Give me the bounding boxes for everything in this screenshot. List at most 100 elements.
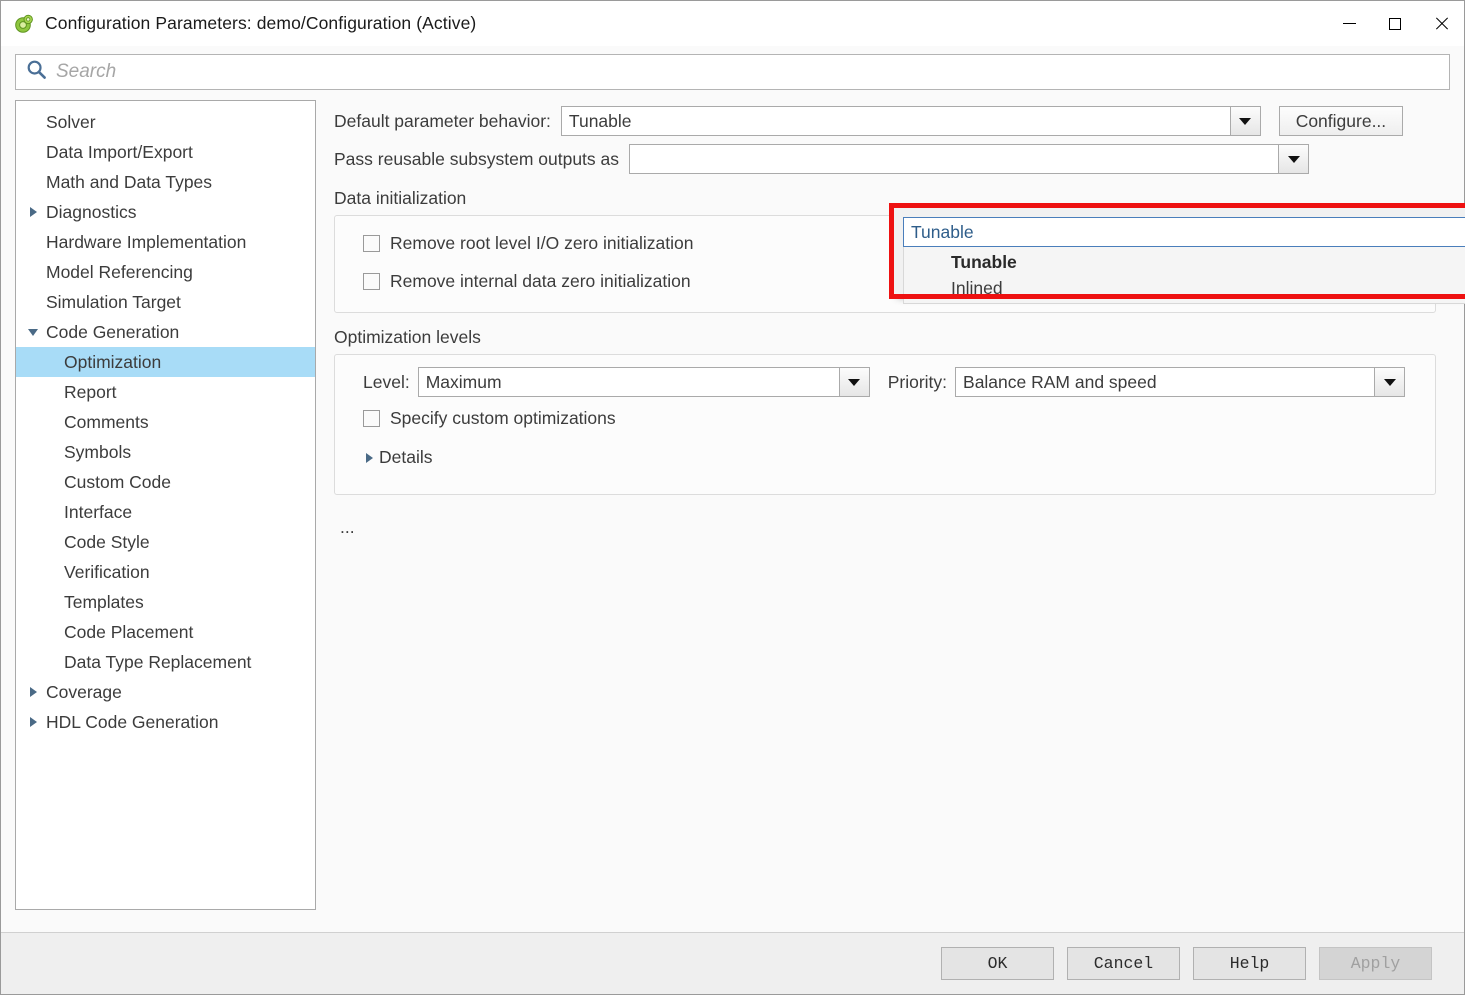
- dropdown-current-value: Tunable: [911, 221, 974, 242]
- level-label: Level:: [363, 371, 410, 392]
- data-initialization-checkbox-label: Remove internal data zero initialization: [390, 270, 691, 291]
- sidebar-item-data-type-replacement[interactable]: Data Type Replacement: [16, 647, 315, 677]
- chevron-right-icon[interactable]: [22, 207, 44, 217]
- sidebar-item-label: Verification: [64, 561, 150, 582]
- search-row: Search: [1, 46, 1464, 100]
- default-parameter-behavior-select[interactable]: Tunable: [560, 106, 1261, 136]
- apply-button: Apply: [1319, 947, 1432, 980]
- sidebar-item-label: Simulation Target: [46, 291, 181, 312]
- sidebar-item-label: Comments: [64, 411, 149, 432]
- search-input[interactable]: Search: [15, 54, 1450, 90]
- details-expander[interactable]: Details: [359, 447, 1419, 468]
- sidebar-item-optimization[interactable]: Optimization: [16, 347, 315, 377]
- chevron-down-icon[interactable]: [838, 368, 869, 396]
- dropdown-option[interactable]: Inlined: [904, 275, 1465, 301]
- sidebar-item-coverage[interactable]: Coverage: [16, 677, 315, 707]
- sidebar-item-data-import-export[interactable]: Data Import/Export: [16, 137, 315, 167]
- default-parameter-behavior-dropdown-popup[interactable]: Tunable Tunable Inlined: [894, 208, 1465, 304]
- simulink-gear-icon: [13, 13, 35, 35]
- help-button[interactable]: Help: [1193, 947, 1306, 980]
- chevron-down-icon[interactable]: [22, 328, 44, 336]
- sidebar-item-label: Math and Data Types: [46, 171, 213, 192]
- dialog-footer: OK Cancel Help Apply: [1, 932, 1464, 994]
- sidebar-item-diagnostics[interactable]: Diagnostics: [16, 197, 315, 227]
- minimize-button[interactable]: [1326, 1, 1372, 46]
- pass-reusable-subsystem-select[interactable]: [629, 144, 1310, 174]
- sidebar-item-label: Optimization: [64, 351, 162, 372]
- sidebar-item-templates[interactable]: Templates: [16, 587, 315, 617]
- pass-reusable-subsystem-row: Pass reusable subsystem outputs as: [334, 144, 1450, 174]
- sidebar-item-label: Data Type Replacement: [64, 651, 252, 672]
- configuration-parameters-window: Configuration Parameters: demo/Configura…: [0, 0, 1465, 995]
- sidebar-item-interface[interactable]: Interface: [16, 497, 315, 527]
- sidebar-item-label: Diagnostics: [46, 201, 137, 222]
- sidebar-item-label: Code Style: [64, 531, 150, 552]
- pass-reusable-subsystem-value: [630, 145, 1278, 173]
- sidebar-item-code-style[interactable]: Code Style: [16, 527, 315, 557]
- chevron-right-icon[interactable]: [22, 717, 44, 727]
- dropdown-editbox[interactable]: Tunable: [903, 217, 1465, 247]
- sidebar-item-label: Symbols: [64, 441, 132, 462]
- chevron-right-icon: [359, 452, 379, 463]
- sidebar-item-symbols[interactable]: Symbols: [16, 437, 315, 467]
- search-icon: [26, 59, 47, 85]
- sidebar-item-hardware-implementation[interactable]: Hardware Implementation: [16, 227, 315, 257]
- sidebar-item-hdl-code-generation[interactable]: HDL Code Generation: [16, 707, 315, 737]
- configure-button[interactable]: Configure...: [1278, 106, 1403, 136]
- minimize-icon: [1342, 23, 1356, 24]
- sidebar-item-label: Code Generation: [46, 321, 180, 342]
- sidebar-item-label: Model Referencing: [46, 261, 193, 282]
- sidebar-item-label: Report: [64, 381, 117, 402]
- priority-value: Balance RAM and speed: [963, 371, 1157, 392]
- priority-select[interactable]: Balance RAM and speed: [955, 367, 1406, 397]
- data-initialization-checkbox[interactable]: [363, 272, 380, 290]
- sidebar-item-verification[interactable]: Verification: [16, 557, 315, 587]
- sidebar-item-code-generation[interactable]: Code Generation: [16, 317, 315, 347]
- sidebar-item-label: Custom Code: [64, 471, 171, 492]
- sidebar-item-report[interactable]: Report: [16, 377, 315, 407]
- window-title: Configuration Parameters: demo/Configura…: [45, 13, 477, 33]
- maximize-button[interactable]: [1372, 1, 1418, 46]
- close-icon: [1434, 17, 1448, 31]
- sidebar-item-label: Data Import/Export: [46, 141, 193, 162]
- chevron-down-icon[interactable]: [1229, 107, 1260, 135]
- sidebar-item-math-and-data-types[interactable]: Math and Data Types: [16, 167, 315, 197]
- pass-reusable-subsystem-label: Pass reusable subsystem outputs as: [334, 148, 620, 169]
- sidebar-item-comments[interactable]: Comments: [16, 407, 315, 437]
- specify-custom-optimizations-label: Specify custom optimizations: [390, 407, 616, 428]
- default-parameter-behavior-value: Tunable: [568, 110, 632, 131]
- level-priority-row: Level: Maximum Priority: Balance RAM and…: [351, 367, 1419, 397]
- ok-button[interactable]: OK: [941, 947, 1054, 980]
- overflow-ellipsis: ...: [340, 517, 355, 537]
- dialog-body: Solver Data Import/Export Math and Data Ty…: [1, 100, 1465, 932]
- level-value: Maximum: [425, 371, 502, 392]
- dropdown-option[interactable]: Tunable: [904, 249, 1465, 275]
- data-initialization-checkbox[interactable]: [363, 234, 380, 252]
- sidebar-item-solver[interactable]: Solver: [16, 107, 315, 137]
- search-placeholder: Search: [56, 61, 117, 82]
- sidebar-item-label: Interface: [64, 501, 133, 522]
- optimization-pane: Default parameter behavior: Tunable Conf…: [316, 100, 1465, 932]
- level-select[interactable]: Maximum: [417, 367, 870, 397]
- chevron-down-icon[interactable]: [1278, 145, 1309, 173]
- maximize-icon: [1389, 17, 1401, 30]
- priority-label: Priority:: [887, 371, 948, 392]
- sidebar-item-label: Coverage: [46, 681, 122, 702]
- sidebar-item-simulation-target[interactable]: Simulation Target: [16, 287, 315, 317]
- sidebar-item-code-placement[interactable]: Code Placement: [16, 617, 315, 647]
- cancel-button[interactable]: Cancel: [1067, 947, 1180, 980]
- settings-tree[interactable]: Solver Data Import/Export Math and Data Ty…: [15, 100, 316, 910]
- specify-custom-optimizations-row[interactable]: Specify custom optimizations: [351, 403, 1419, 433]
- window-controls: [1326, 1, 1464, 46]
- chevron-right-icon[interactable]: [22, 687, 44, 697]
- sidebar-item-model-referencing[interactable]: Model Referencing: [16, 257, 315, 287]
- optimization-levels-title: Optimization levels: [334, 327, 481, 347]
- close-button[interactable]: [1418, 1, 1464, 46]
- data-initialization-title: Data initialization: [334, 188, 467, 208]
- sidebar-item-custom-code[interactable]: Custom Code: [16, 467, 315, 497]
- title-bar: Configuration Parameters: demo/Configura…: [1, 1, 1464, 46]
- dropdown-option-list[interactable]: Tunable Inlined: [903, 247, 1465, 304]
- specify-custom-optimizations-checkbox[interactable]: [363, 409, 380, 427]
- optimization-levels-group: Level: Maximum Priority: Balance RAM and…: [334, 354, 1436, 495]
- chevron-down-icon[interactable]: [1374, 368, 1405, 396]
